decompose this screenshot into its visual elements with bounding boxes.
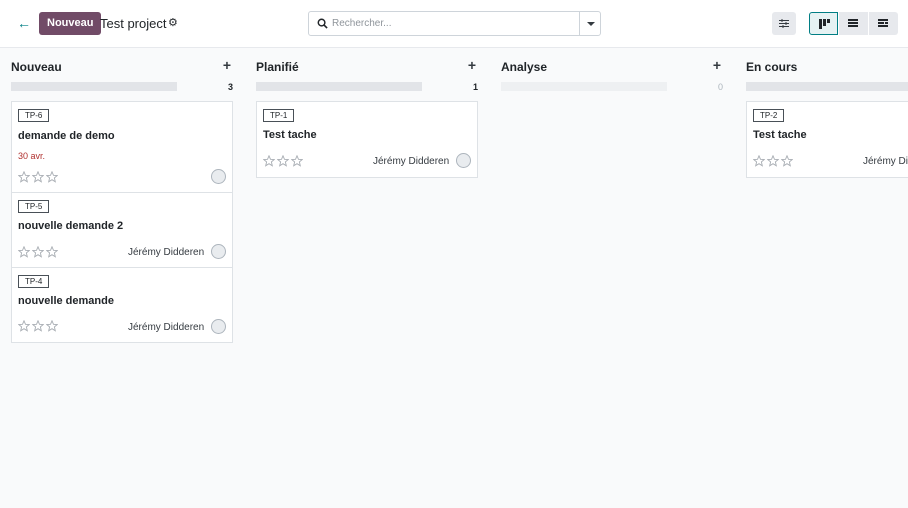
star-outline-icon[interactable] [32,171,44,183]
star-outline-icon[interactable] [291,155,303,167]
card-list: TP-6 demande de demo 30 avr. TP-5 nouvel… [11,101,233,343]
column-title: Analyse [501,60,548,74]
list-view-button[interactable] [839,12,868,35]
card-reference: TP-2 [753,109,785,122]
card-title: Test tache [753,129,807,141]
column-title: Nouveau [11,60,62,74]
search-options-toggle[interactable] [579,12,600,35]
back-arrow-icon[interactable]: ← [14,13,34,33]
priority-stars[interactable] [18,320,60,334]
search-icon [317,18,328,29]
search-bar [308,11,601,36]
kanban-view-button[interactable] [809,12,838,35]
card-assignee: Jérémy Di [863,156,908,167]
kanban-card[interactable]: TP-6 demande de demo 30 avr. [11,101,233,193]
card-reference: TP-1 [263,109,295,122]
avatar[interactable] [211,169,226,184]
star-outline-icon[interactable] [263,155,275,167]
star-outline-icon[interactable] [767,155,779,167]
star-outline-icon[interactable] [32,320,44,332]
card-reference: TP-4 [18,275,50,288]
kanban-card[interactable]: TP-2 Test tache Jérémy Di [746,101,908,178]
card-reference: TP-6 [18,109,50,122]
card-list: TP-2 Test tache Jérémy Di [746,101,908,178]
star-outline-icon[interactable] [277,155,289,167]
add-card-icon[interactable]: + [221,58,233,72]
new-button[interactable]: Nouveau [39,12,102,35]
priority-stars[interactable] [753,155,795,169]
kanban-column-en-cours: En cours TP-2 Test tache Jérémy Di [746,48,908,508]
card-assignee: Jérémy Didderen [128,322,205,333]
column-count: 0 [717,82,723,92]
kanban-card[interactable]: TP-5 nouvelle demande 2 Jérémy Didderen [11,192,233,268]
star-outline-icon[interactable] [46,171,58,183]
star-outline-icon[interactable] [781,155,793,167]
star-outline-icon[interactable] [18,171,30,183]
card-reference: TP-5 [18,200,50,213]
priority-stars[interactable] [263,155,305,169]
list-view-icon [848,19,858,27]
star-outline-icon[interactable] [18,246,30,258]
card-title: nouvelle demande 2 [18,220,124,232]
card-deadline: 30 avr. [18,151,46,161]
card-title: Test tache [263,129,317,141]
control-panel: ← Nouveau Test project ⚙ [0,0,908,48]
star-outline-icon[interactable] [18,320,30,332]
add-card-icon[interactable]: + [466,58,478,72]
add-card-icon[interactable]: + [711,58,723,72]
card-title: nouvelle demande [18,295,114,307]
activity-view-button[interactable] [869,12,898,35]
card-list: TP-1 Test tache Jérémy Didderen [256,101,478,178]
kanban-card[interactable]: TP-4 nouvelle demande Jérémy Didderen [11,267,233,343]
column-title: Planifié [256,60,299,74]
card-assignee: Jérémy Didderen [373,156,450,167]
priority-stars[interactable] [18,246,60,260]
column-progress-bar[interactable] [256,82,422,91]
card-title: demande de demo [18,130,115,142]
avatar[interactable] [456,153,471,168]
star-outline-icon[interactable] [32,246,44,258]
column-progress-bar[interactable] [11,82,177,91]
gear-icon[interactable]: ⚙ [168,16,178,29]
star-outline-icon[interactable] [46,320,58,332]
sliders-icon[interactable] [772,12,796,35]
kanban-view-icon [819,19,830,29]
kanban-card[interactable]: TP-1 Test tache Jérémy Didderen [256,101,478,178]
avatar[interactable] [211,319,226,334]
avatar[interactable] [211,244,226,259]
star-outline-icon[interactable] [753,155,765,167]
column-progress-bar[interactable] [746,82,908,91]
search-input[interactable] [332,14,577,33]
card-assignee: Jérémy Didderen [128,247,205,258]
column-count: 1 [472,82,478,92]
priority-stars[interactable] [18,171,60,185]
column-title: En cours [746,60,798,74]
activity-view-icon [878,19,888,27]
column-progress-bar[interactable] [501,82,667,91]
star-outline-icon[interactable] [46,246,58,258]
breadcrumb-project-name: Test project [100,16,167,31]
column-count: 3 [227,82,233,92]
